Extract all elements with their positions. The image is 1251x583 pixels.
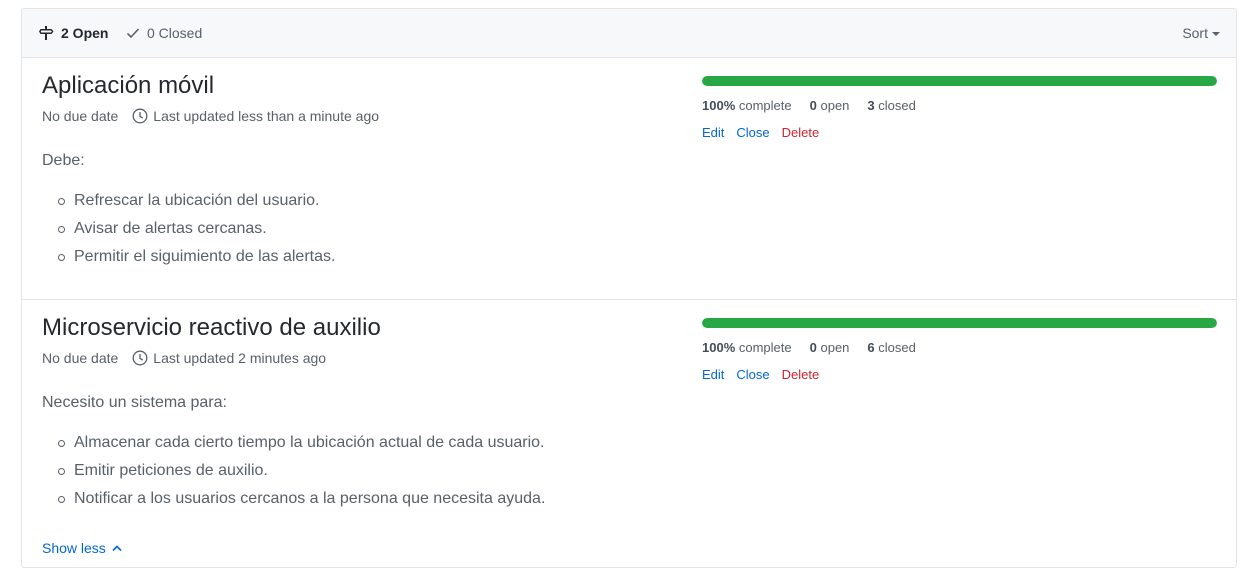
delete-link[interactable]: Delete: [782, 125, 820, 140]
milestone-actions: Edit Close Delete: [702, 367, 1217, 382]
description-intro: Debe:: [42, 152, 85, 169]
show-less-label: Show less: [42, 540, 106, 556]
closed-label: closed: [878, 340, 916, 355]
sort-dropdown[interactable]: Sort: [1182, 9, 1220, 57]
progress-bar: [702, 76, 1217, 86]
milestone-title[interactable]: Microservicio reactivo de auxilio: [42, 314, 381, 342]
list-item: Emitir peticiones de auxilio.: [42, 460, 545, 488]
milestone-description: Necesito un sistema para: Almacenar cada…: [42, 394, 545, 516]
clock-icon: [132, 108, 148, 124]
complete-label: complete: [738, 340, 792, 355]
milestone-meta: No due date Last updated 2 minutes ago: [42, 350, 326, 366]
milestone-title[interactable]: Aplicación móvil: [42, 72, 214, 100]
closed-milestones-tab[interactable]: 0 Closed: [126, 9, 202, 57]
progress-stats: 100% complete 0 open 3 closed: [702, 98, 1217, 113]
milestone-progress: 100% complete 0 open 6 closed Edit Close…: [702, 318, 1217, 382]
closed-label: closed: [878, 98, 916, 113]
list-item: Permitir el siguimiento de las alertas.: [42, 246, 335, 274]
open-label: open: [820, 98, 850, 113]
list-item: Notificar a los usuarios cercanos a la p…: [42, 488, 545, 516]
description-intro: Necesito un sistema para:: [42, 394, 227, 411]
due-date: No due date: [42, 108, 119, 124]
last-updated: Last updated less than a minute ago: [153, 108, 380, 124]
closed-count-label: 0 Closed: [147, 25, 203, 41]
milestones-box: 2 Open 0 Closed Sort Aplicación móvil No…: [21, 8, 1237, 568]
milestone-description: Debe: Refrescar la ubicación del usuario…: [42, 152, 335, 274]
milestone-actions: Edit Close Delete: [702, 125, 1217, 140]
last-updated: Last updated 2 minutes ago: [153, 350, 327, 366]
progress-fill: [702, 318, 1217, 328]
open-count-label: 2 Open: [61, 25, 109, 41]
percent-complete: 100%: [702, 340, 736, 355]
edit-link[interactable]: Edit: [702, 367, 724, 382]
milestone-item: Aplicación móvil No due date Last update…: [22, 58, 1236, 300]
progress-stats: 100% complete 0 open 6 closed: [702, 340, 1217, 355]
milestones-header: 2 Open 0 Closed Sort: [22, 9, 1236, 58]
delete-link[interactable]: Delete: [782, 367, 820, 382]
milestone-meta: No due date Last updated less than a min…: [42, 108, 379, 124]
edit-link[interactable]: Edit: [702, 125, 724, 140]
list-item: Refrescar la ubicación del usuario.: [42, 190, 335, 218]
due-date: No due date: [42, 350, 119, 366]
milestone-icon: [39, 26, 54, 40]
chevron-up-icon: [112, 545, 122, 552]
percent-complete: 100%: [702, 98, 736, 113]
open-milestones-tab[interactable]: 2 Open: [38, 9, 108, 57]
clock-icon: [132, 350, 148, 366]
show-less-button[interactable]: Show less: [42, 540, 122, 556]
description-list: Almacenar cada cierto tiempo la ubicació…: [42, 432, 545, 516]
list-item: Almacenar cada cierto tiempo la ubicació…: [42, 432, 545, 460]
milestone-item: Microservicio reactivo de auxilio No due…: [22, 300, 1236, 567]
closed-issue-count: 6: [867, 340, 875, 355]
description-list: Refrescar la ubicación del usuario. Avis…: [42, 190, 335, 274]
closed-issue-count: 3: [867, 98, 875, 113]
open-label: open: [820, 340, 850, 355]
open-issue-count: 0: [809, 340, 817, 355]
milestone-progress: 100% complete 0 open 3 closed Edit Close…: [702, 76, 1217, 140]
sort-label: Sort: [1182, 25, 1208, 41]
progress-bar: [702, 318, 1217, 328]
close-link[interactable]: Close: [736, 367, 769, 382]
caret-down-icon: [1212, 31, 1220, 36]
close-link[interactable]: Close: [736, 125, 769, 140]
open-issue-count: 0: [809, 98, 817, 113]
list-item: Avisar de alertas cercanas.: [42, 218, 335, 246]
progress-fill: [702, 76, 1217, 86]
check-icon: [126, 28, 140, 39]
complete-label: complete: [738, 98, 792, 113]
